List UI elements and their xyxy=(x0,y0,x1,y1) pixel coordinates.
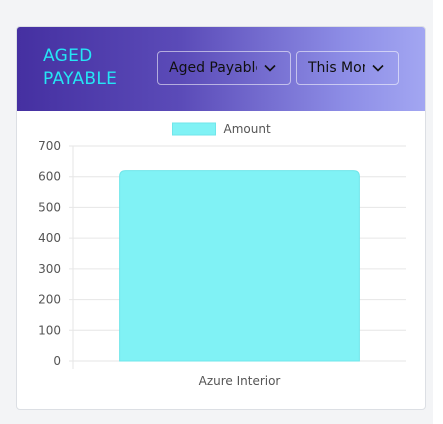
legend-swatch xyxy=(172,122,216,136)
y-tick-label: 200 xyxy=(38,293,61,307)
y-tick-label: 600 xyxy=(38,170,61,184)
report-type-dropdown[interactable]: Aged Payable xyxy=(157,51,291,85)
chevron-down-icon xyxy=(264,64,276,72)
page-edge xyxy=(433,0,443,424)
card-title-line-1: AGED xyxy=(43,46,93,66)
y-tick-label: 500 xyxy=(38,200,61,214)
card-title-line-2: PAYABLE xyxy=(43,69,118,89)
bar xyxy=(119,170,360,362)
x-tick-label: Azure Interior xyxy=(199,374,281,388)
card-header: AGED PAYABLE Aged Payable This Month xyxy=(17,27,425,111)
period-value: This Month xyxy=(308,60,365,76)
y-tick-label: 100 xyxy=(38,323,61,337)
report-type-value: Aged Payable xyxy=(169,60,257,76)
y-tick-label: 0 xyxy=(53,354,61,368)
card-title: AGED PAYABLE xyxy=(43,45,163,91)
period-dropdown[interactable]: This Month xyxy=(296,51,399,85)
aged-payable-card: AGED PAYABLE Aged Payable This Month 0 10… xyxy=(16,26,426,410)
legend-label: Amount xyxy=(224,122,271,136)
y-tick-label: 300 xyxy=(38,262,61,276)
chevron-down-icon xyxy=(372,64,384,72)
y-tick-label: 400 xyxy=(38,231,61,245)
y-tick-label: 700 xyxy=(38,139,61,153)
bar-chart: 0 100 200 300 400 500 600 700 Azure Interior Amou… xyxy=(38,122,406,388)
